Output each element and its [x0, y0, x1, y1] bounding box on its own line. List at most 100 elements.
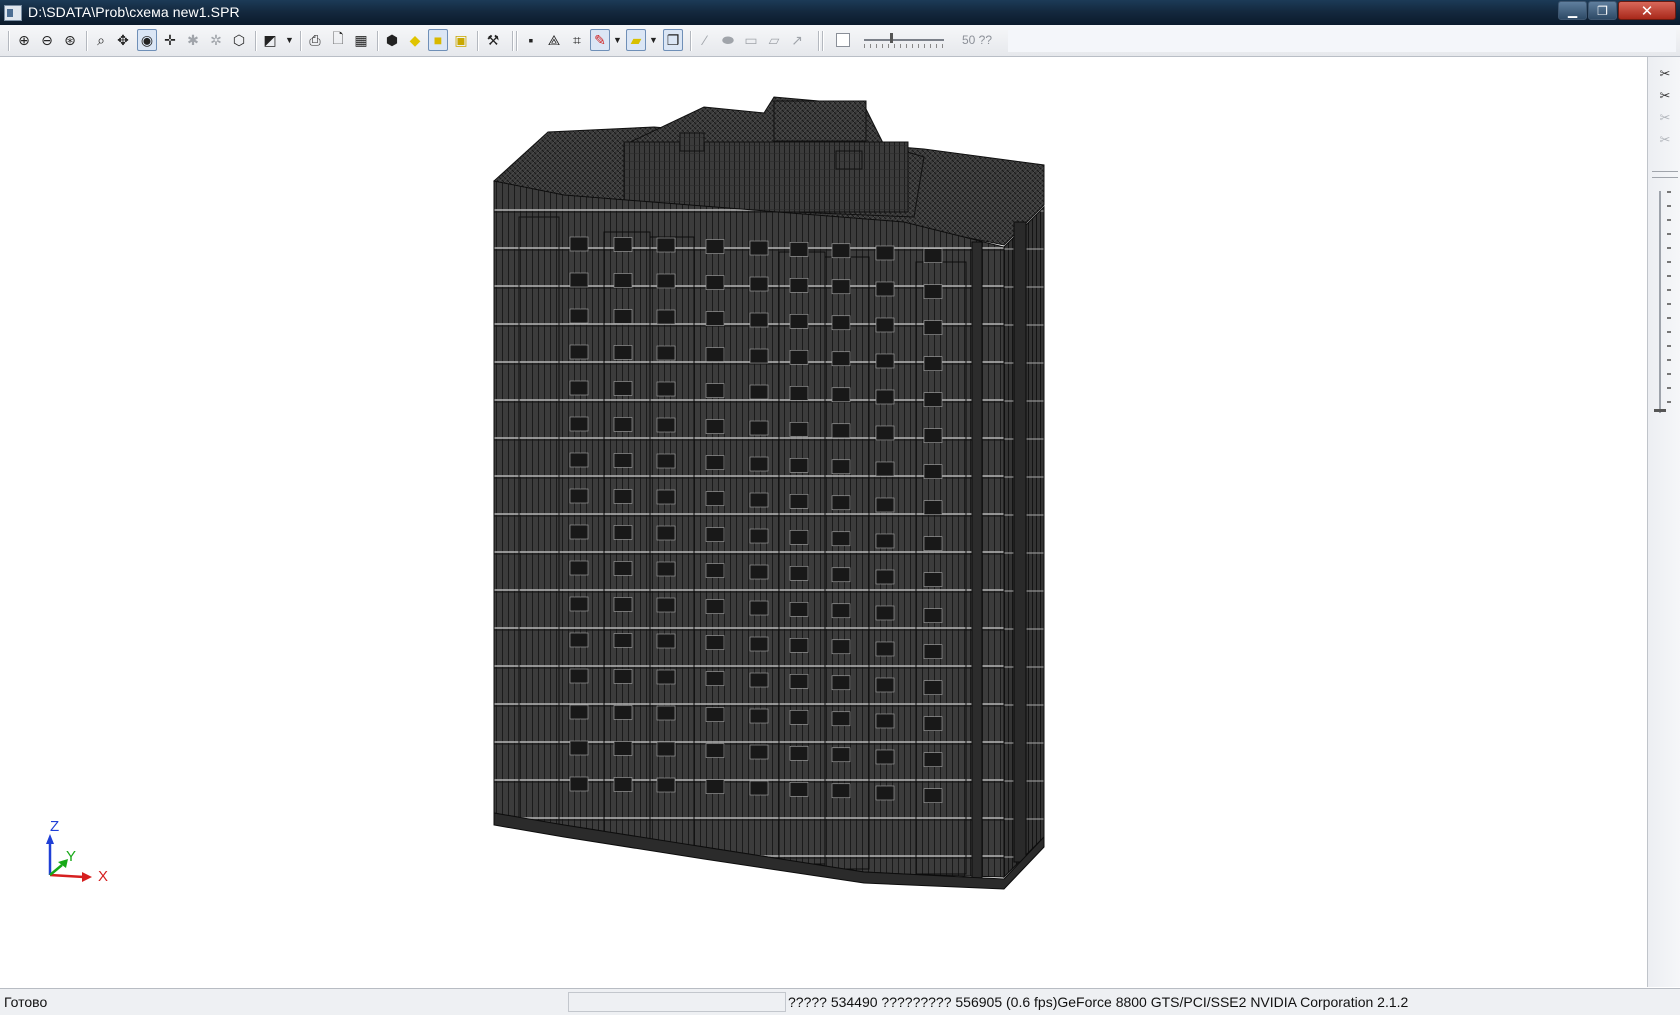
crosshair-icon[interactable]: ✛ — [160, 29, 180, 51]
window-opening — [875, 317, 895, 333]
window-opening — [831, 351, 851, 367]
window-opening — [569, 740, 589, 756]
viewport-3d[interactable]: Z Y X — [4, 57, 1646, 987]
slice-icon[interactable]: ▱ — [764, 29, 784, 51]
maximize-button[interactable]: ❐ — [1588, 1, 1617, 20]
window-opening — [569, 560, 589, 576]
slider-checkbox[interactable] — [836, 33, 850, 47]
zoom-window-icon[interactable]: ⊛ — [60, 29, 80, 51]
layer-icon[interactable]: ❐ — [663, 29, 683, 51]
window-opening — [923, 464, 943, 479]
axis-z-label: Z — [50, 818, 59, 835]
window-opening — [831, 495, 851, 511]
window-opening — [875, 749, 895, 765]
window-opening — [923, 284, 943, 299]
window-opening — [613, 273, 633, 288]
window-opening — [613, 345, 633, 360]
cut-plane-disabled-icon[interactable]: ✂ — [1656, 131, 1674, 149]
window-opening — [705, 347, 725, 362]
window-opening — [705, 455, 725, 470]
window-opening — [656, 525, 676, 541]
toolbar-grip — [516, 31, 517, 51]
minimize-button[interactable]: ▁ — [1558, 1, 1587, 20]
grid-icon[interactable]: ⌗ — [567, 29, 587, 51]
edit-color-icon[interactable]: ✎ — [590, 29, 610, 51]
window-opening — [789, 457, 809, 473]
window-opening — [831, 711, 851, 727]
window-opening — [705, 671, 725, 686]
window-opening — [875, 713, 895, 729]
window-opening — [831, 639, 851, 655]
slider-track[interactable] — [864, 39, 944, 41]
window-opening — [705, 707, 725, 722]
slider-thumb[interactable] — [890, 33, 893, 43]
window-opening — [923, 572, 943, 587]
vertical-slider-thumb[interactable] — [1654, 409, 1666, 412]
eraser-icon[interactable]: ⬬ — [718, 29, 738, 51]
window-opening — [831, 675, 851, 691]
window-opening — [875, 785, 895, 801]
window-opening — [923, 356, 943, 371]
export-icon[interactable]: ▦ — [351, 29, 371, 51]
arrow-icon[interactable]: ↗ — [787, 29, 807, 51]
chevron-down-icon[interactable]: ▼ — [613, 35, 622, 45]
zoom-all-icon[interactable]: ⌕ — [91, 29, 111, 51]
close-button[interactable]: ✕ — [1618, 1, 1676, 20]
window-opening — [656, 417, 676, 433]
window-opening — [923, 608, 943, 623]
cut-plane-icon[interactable]: ✂ — [1656, 65, 1674, 83]
window-opening — [656, 345, 676, 361]
window-opening — [875, 461, 895, 477]
rotate-icon[interactable]: ◉ — [137, 29, 157, 51]
window-opening — [656, 633, 676, 649]
node-icon[interactable]: ▪ — [521, 29, 541, 51]
brush-icon[interactable]: ⁄ — [695, 29, 715, 51]
vertical-slider-track[interactable] — [1659, 191, 1661, 413]
zoom-out-icon[interactable]: ⊖ — [37, 29, 57, 51]
solid-icon[interactable]: ■ — [428, 29, 448, 51]
window-opening — [569, 632, 589, 648]
zoom-in-icon[interactable]: ⊕ — [14, 29, 34, 51]
window-opening — [831, 747, 851, 763]
select-elements-icon[interactable]: ✲ — [206, 29, 226, 51]
window-opening — [923, 644, 943, 659]
window-opening — [789, 421, 809, 437]
window-opening — [875, 245, 895, 261]
pan-icon[interactable]: ✥ — [113, 29, 133, 51]
wireframe-icon[interactable]: ⬢ — [382, 29, 402, 51]
window-opening — [749, 600, 769, 616]
window-opening — [656, 237, 676, 253]
fill-color-icon[interactable]: ▰ — [626, 29, 646, 51]
window-opening — [831, 387, 851, 403]
window-opening — [749, 708, 769, 724]
view-3d-icon[interactable]: ⬡ — [229, 29, 249, 51]
building-model[interactable]: Z Y X — [4, 57, 1646, 987]
chevron-down-icon[interactable]: ▼ — [649, 35, 658, 45]
cut-plane-dim-icon[interactable]: ✂ — [1656, 109, 1674, 127]
window-opening — [875, 281, 895, 297]
window-opening — [613, 705, 633, 720]
detail-slider[interactable] — [836, 30, 950, 52]
chevron-down-icon[interactable]: ▼ — [285, 35, 294, 45]
status-ready: Готово — [4, 994, 48, 1010]
toolbar-separator — [690, 31, 691, 51]
window-opening — [749, 528, 769, 544]
vertical-slider-ticks — [1667, 191, 1671, 413]
print-preview-icon[interactable]: 🗋 — [328, 29, 348, 51]
window-opening — [613, 669, 633, 684]
shaded-icon[interactable]: ◆ — [405, 29, 425, 51]
print-icon[interactable]: ⎙ — [305, 29, 325, 51]
slider-ticks — [864, 44, 944, 48]
supports-icon[interactable]: ⟁ — [544, 29, 564, 51]
select-nodes-icon[interactable]: ✱ — [183, 29, 203, 51]
rect-icon[interactable]: ▭ — [741, 29, 761, 51]
window-opening — [875, 677, 895, 693]
window-opening — [656, 561, 676, 577]
roof-block — [679, 132, 705, 152]
cut-plane-active-icon[interactable]: ✂ — [1656, 87, 1674, 105]
solid-edges-icon[interactable]: ▣ — [451, 29, 471, 51]
projection-icon[interactable]: ◩ — [260, 29, 280, 51]
window-opening — [789, 709, 809, 725]
tools-icon[interactable]: ⚒ — [483, 29, 503, 51]
window-opening — [656, 453, 676, 469]
